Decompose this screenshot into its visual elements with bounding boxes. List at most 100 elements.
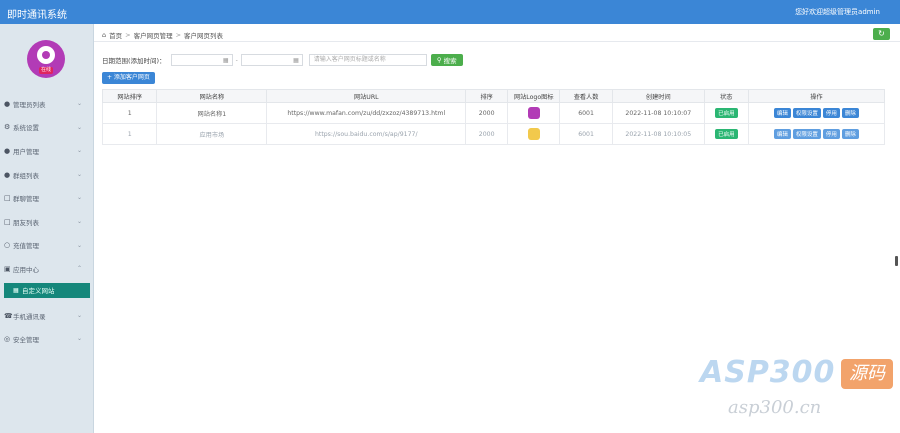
gear-icon: ⚙ (4, 123, 11, 132)
breadcrumb-home[interactable]: 首页 (109, 30, 122, 40)
cell-views: 6001 (559, 123, 613, 145)
cell-url[interactable]: https://www.mafan.com/zu/dd/zxzoz/438971… (266, 102, 467, 124)
cell-url[interactable]: https://sou.baidu.com/s/ap/9177/ (266, 123, 467, 145)
delete-button[interactable]: 删除 (841, 129, 859, 139)
sidebar-item-label: 充值管理 (13, 242, 39, 251)
col-header-actions: 操作 (747, 89, 886, 103)
chevron-down-icon: ⌄ (76, 194, 82, 202)
cell-logo (507, 123, 561, 145)
sidebar-menu: ● 管理员列表 ⌄ ⚙ 系统设置 ⌄ ● 用户管理 ⌄ ● 群组列表 ⌄ □ 群… (0, 92, 94, 351)
site-logo-icon (527, 107, 540, 119)
cell-status: 已启用 (703, 102, 749, 124)
sidebar-item-label: 群组列表 (13, 171, 39, 180)
chevron-down-icon: ⌄ (76, 241, 82, 249)
sidebar-item-friends[interactable]: □ 朋友列表 ⌄ (0, 210, 94, 234)
table-row: 1 应用市场 https://sou.baidu.com/s/ap/9177/ … (101, 123, 886, 145)
sidebar-item-label: 朋友列表 (13, 218, 39, 227)
group-icon: ● (4, 170, 11, 179)
col-header-name[interactable]: 网站名称 (156, 89, 268, 103)
cell-order: 2000 (465, 123, 509, 145)
sidebar-item-label: 手机通讯录 (13, 312, 46, 321)
avatar[interactable]: 在线 (27, 40, 65, 78)
disable-button[interactable]: 停用 (822, 108, 840, 118)
refresh-button[interactable]: ↻ (873, 28, 890, 40)
search-input[interactable]: 请输入客户网页标题或名称 (308, 54, 427, 66)
cell-order: 2000 (465, 102, 509, 124)
top-bar: 即时通讯系统 您好欢迎超级管理员admin (0, 0, 900, 24)
date-end-input[interactable]: ▦ (240, 54, 303, 66)
scrollbar-thumb[interactable] (895, 256, 898, 266)
sidebar-subitem-custom-site[interactable]: ▦ 自定义网站 (4, 282, 90, 298)
col-header-order[interactable]: 排序 (465, 89, 509, 103)
sidebar-item-recharge[interactable]: ○ 充值管理 ⌄ (0, 234, 94, 258)
col-header-views[interactable]: 查看人数 (559, 89, 613, 103)
edit-button[interactable]: 编辑 (773, 129, 791, 139)
home-icon: ⌂ (102, 31, 107, 39)
date-start-input[interactable]: ▦ (170, 54, 233, 66)
chevron-down-icon: ⌄ (76, 217, 82, 225)
edit-button[interactable]: 编辑 (773, 108, 791, 118)
watermark-badge: 源码 (841, 359, 893, 389)
cell-actions: 编辑 权限设置 停用 删除 (747, 123, 886, 145)
permission-button[interactable]: 权限设置 (792, 129, 821, 139)
sidebar-item-security[interactable]: ◎ 安全管理 ⌄ (0, 327, 94, 351)
globe-icon: ▦ (13, 286, 19, 294)
chat-icon: □ (4, 194, 11, 203)
wallet-icon: ○ (4, 241, 11, 250)
cell-logo (507, 102, 561, 124)
sidebar-item-label: 安全管理 (13, 336, 39, 345)
chevron-down-icon: ⌄ (76, 335, 82, 343)
cell-actions: 编辑 权限设置 停用 删除 (747, 102, 886, 124)
breadcrumb-separator: > (175, 31, 182, 39)
user-icon: ● (4, 146, 11, 155)
breadcrumb-separator: > (125, 31, 131, 39)
disable-button[interactable]: 停用 (822, 129, 840, 139)
status-badge: 已启用 (715, 108, 738, 118)
col-header-created[interactable]: 创建时间 (611, 89, 705, 103)
avatar-status-tag: 在线 (39, 67, 53, 74)
search-icon: ⚲ (436, 56, 442, 64)
col-header-url[interactable]: 网站URL (266, 89, 467, 103)
status-badge: 已启用 (715, 129, 738, 139)
welcome-text[interactable]: 您好欢迎超级管理员admin (795, 7, 880, 17)
permission-button[interactable]: 权限设置 (792, 108, 821, 118)
sidebar-item-admins[interactable]: ● 管理员列表 ⌄ (0, 92, 94, 116)
avatar-face-icon (37, 46, 55, 64)
chevron-down-icon: ⌄ (76, 311, 82, 319)
shield-icon: ◎ (4, 335, 11, 344)
cell-name: 应用市场 (156, 123, 268, 145)
col-header-logo: 网站Logo图标 (507, 89, 561, 103)
sites-table: 网站排序 网站名称 网站URL 排序 网站Logo图标 查看人数 创建时间 状态… (101, 89, 886, 145)
sidebar-item-label: 管理员列表 (13, 100, 46, 109)
sidebar-item-users[interactable]: ● 用户管理 ⌄ (0, 139, 94, 163)
cell-created: 2022-11-08 10:10:05 (611, 123, 705, 145)
chevron-down-icon: ⌄ (76, 123, 82, 131)
delete-button[interactable]: 删除 (841, 108, 859, 118)
sidebar-item-settings[interactable]: ⚙ 系统设置 ⌄ (0, 116, 94, 140)
cell-sort: 1 (101, 102, 158, 124)
date-separator: - (235, 56, 238, 64)
sidebar-item-label: 系统设置 (13, 124, 39, 133)
add-site-button[interactable]: + 添加客户网页 (102, 72, 155, 84)
calendar-icon: ▦ (222, 57, 229, 64)
sidebar-item-apps[interactable]: ▣ 应用中心 ⌃ (0, 257, 94, 281)
watermark: ASP300 源码 asp300.cn (700, 355, 893, 425)
breadcrumb-level1[interactable]: 客户网页管理 (134, 30, 173, 40)
sidebar-item-label: 群聊管理 (13, 195, 39, 204)
sidebar-item-contacts[interactable]: ☎ 手机通讯录 ⌄ (0, 304, 94, 328)
sidebar: 在线 ● 管理员列表 ⌄ ⚙ 系统设置 ⌄ ● 用户管理 ⌄ ● 群组列表 ⌄ … (0, 24, 94, 433)
app-title: 即时通讯系统 (7, 10, 67, 21)
search-button[interactable]: ⚲ 搜索 (430, 54, 463, 66)
col-header-status: 状态 (703, 89, 749, 103)
friends-icon: □ (4, 217, 11, 226)
date-range-label: 日期范围(添加时间)： (102, 57, 166, 65)
sidebar-item-group-chat[interactable]: □ 群聊管理 ⌄ (0, 186, 94, 210)
chevron-down-icon: ⌄ (76, 147, 82, 155)
sidebar-item-label: 应用中心 (13, 265, 39, 274)
sidebar-item-label: 用户管理 (13, 147, 39, 156)
divider (94, 41, 900, 42)
col-header-sort[interactable]: 网站排序 (101, 89, 158, 103)
sidebar-item-groups[interactable]: ● 群组列表 ⌄ (0, 163, 94, 187)
cell-status: 已启用 (703, 123, 749, 145)
filter-bar: 日期范围(添加时间)： ▦ - ▦ 请输入客户网页标题或名称 ⚲ 搜索 (102, 54, 463, 66)
